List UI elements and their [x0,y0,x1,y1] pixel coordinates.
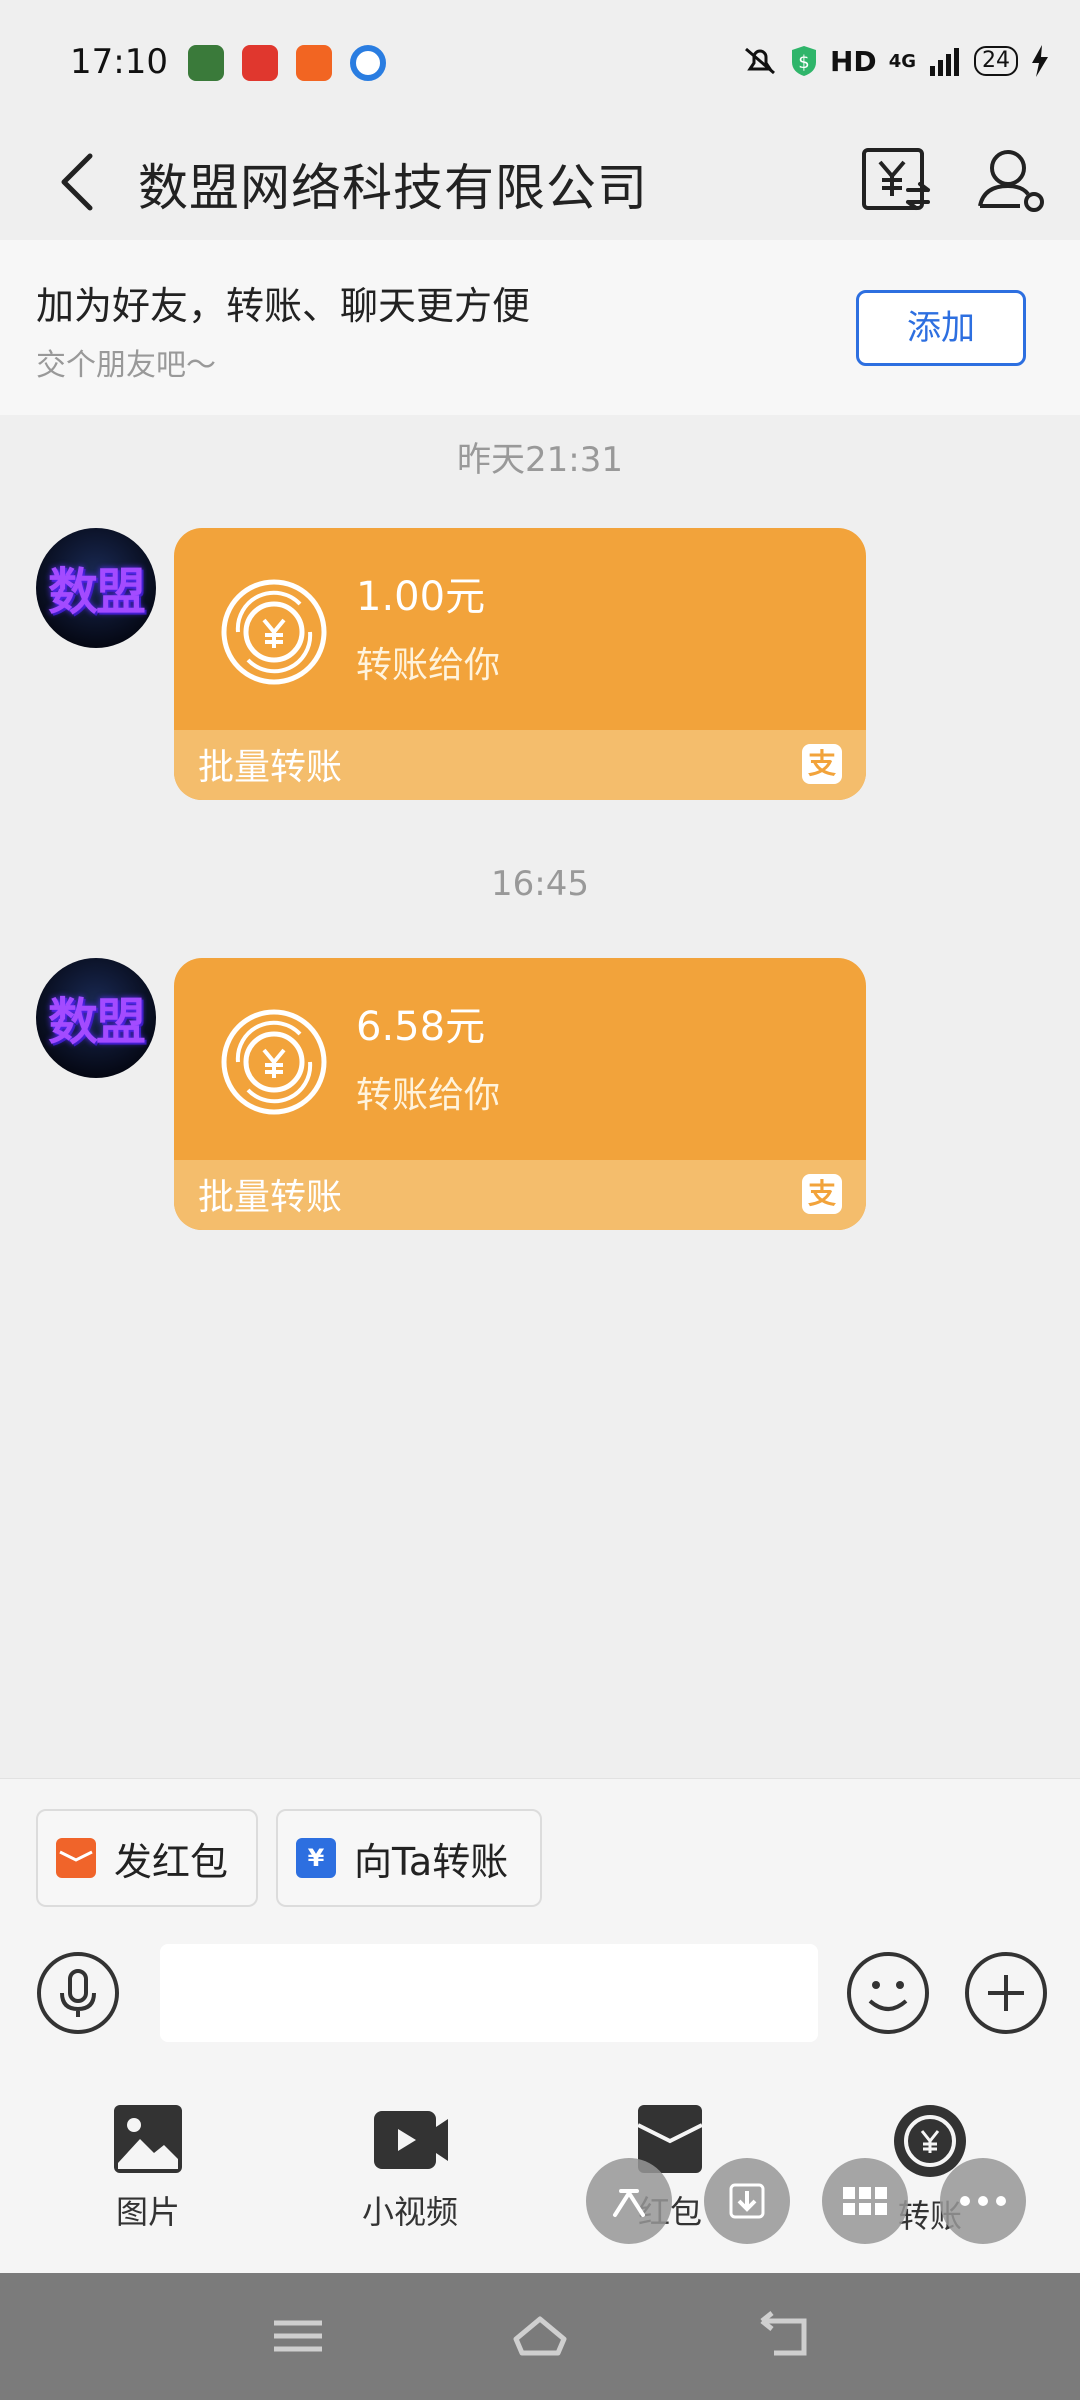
download-icon [729,2183,765,2219]
message-timestamp: 昨天21:31 [457,440,623,480]
transfer-card-body: 1.00元 转账给你 [174,528,866,730]
microphone-icon[interactable] [36,1951,120,2035]
transfer-card-body: 6.58元 转账给你 [174,958,866,1160]
banner-subtitle: 交个朋友吧～ [36,348,216,383]
grid-icon [843,2187,887,2215]
home-icon[interactable] [510,2311,570,2361]
back-icon[interactable] [50,142,110,222]
transfer-description: 转账给你 [356,645,501,686]
video-notification-icon [296,45,332,81]
signal-type: 4G [888,50,916,72]
send-red-packet-button[interactable]: 发红包 [36,1809,258,1907]
back-nav-icon[interactable] [754,2311,814,2361]
banner-title: 加为好友，转账、聊天更方便 [36,284,531,328]
transfer-amount: 6.58元 [356,1004,486,1050]
transfer-type-label: 批量转账 [198,1177,343,1218]
floating-tool-button[interactable] [586,2158,672,2244]
floating-download-button[interactable] [704,2158,790,2244]
image-icon [114,2105,182,2173]
floating-more-button[interactable] [940,2158,1026,2244]
video-icon [374,2111,448,2169]
browser-notification-icon [350,45,386,81]
svg-text:$: $ [798,52,809,73]
vpn-shield-icon: $ [792,46,816,76]
transfer-to-them-button[interactable]: ¥ 向Ta转账 [276,1809,542,1907]
transfer-bill-icon[interactable] [858,140,938,220]
transfer-card-footer: 批量转账 支 [174,730,866,800]
emoji-icon[interactable] [846,1951,930,2035]
message-timestamp: 16:45 [491,864,589,904]
avatar[interactable]: 数盟 [36,528,156,648]
signal-icon [930,48,959,76]
transfer-to-them-label: 向Ta转账 [354,1839,509,1884]
status-notification-icons [188,45,386,81]
menu-icon[interactable] [268,2311,328,2361]
message-input[interactable] [160,1944,818,2042]
mute-icon [745,47,775,75]
yuan-transfer-icon [221,579,327,685]
status-time: 17:10 [70,42,168,82]
tool-video-label: 小视频 [361,2193,458,2231]
system-navigation-bar [0,2273,1080,2400]
add-friend-button[interactable]: 添加 [856,290,1026,366]
music-notification-icon [242,45,278,81]
app-notification-icon [188,45,224,81]
alipay-icon: 支 [802,1174,842,1214]
page-title: 数盟网络科技有限公司 [138,159,648,217]
floating-grid-button[interactable] [822,2158,908,2244]
chat-input-panel: 发红包 ¥ 向Ta转账 图片 小视频 红包 转账 [0,1778,1080,2273]
title-bar: 数盟网络科技有限公司 [0,130,1080,240]
more-dots-icon [960,2196,1006,2206]
user-profile-icon[interactable] [970,140,1050,220]
send-red-packet-label: 发红包 [114,1839,229,1884]
yuan-transfer-icon [221,1009,327,1115]
scissor-icon [613,2189,645,2217]
tool-image[interactable]: 图片 [78,2101,218,2233]
status-bar: 17:10 $ HD 4G 24 [0,0,1080,130]
transfer-amount: 1.00元 [356,574,486,620]
avatar-text: 数盟 [48,563,146,621]
more-options-plus-icon[interactable] [964,1951,1048,2035]
alipay-icon: 支 [802,744,842,784]
transfer-type-label: 批量转账 [198,747,343,788]
transfer-card[interactable]: 1.00元 转账给你 批量转账 支 [174,528,866,800]
charging-icon [1032,45,1048,77]
red-packet-icon [56,1838,96,1878]
avatar-text: 数盟 [48,993,146,1051]
transfer-description: 转账给你 [356,1075,501,1116]
status-indicators: $ HD 4G 24 [742,44,1050,78]
battery-level: 24 [974,46,1018,76]
transfer-card-footer: 批量转账 支 [174,1160,866,1230]
transfer-ticket-icon: ¥ [296,1838,336,1878]
tool-image-label: 图片 [115,2193,180,2231]
add-friend-banner: 加为好友，转账、聊天更方便 交个朋友吧～ 添加 [0,240,1080,415]
transfer-card[interactable]: 6.58元 转账给你 批量转账 支 [174,958,866,1230]
avatar[interactable]: 数盟 [36,958,156,1078]
tool-video[interactable]: 小视频 [340,2101,480,2233]
hd-indicator: HD [830,44,877,78]
